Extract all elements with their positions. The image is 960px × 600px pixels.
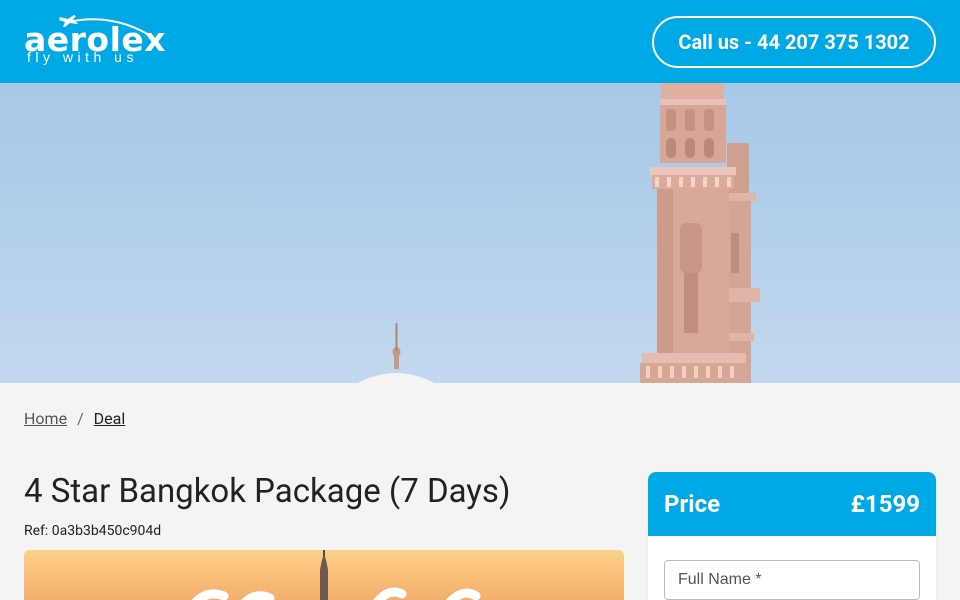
breadcrumb-home-link[interactable]: Home: [24, 409, 67, 428]
full-name-input[interactable]: [664, 560, 920, 600]
price-amount: £1599: [850, 490, 920, 518]
aerolex-logo[interactable]: aerolex fly with us: [24, 8, 166, 70]
site-header: aerolex fly with us Call us - 44 207 375…: [0, 0, 960, 83]
price-card-header: Price £1599: [648, 472, 936, 536]
price-card: Price £1599: [648, 472, 936, 600]
mosque-minaret-illustration: [358, 83, 760, 383]
call-us-button[interactable]: Call us - 44 207 375 1302: [652, 16, 936, 68]
deal-reference: Ref: 0a3b3b450c904d: [24, 523, 162, 539]
bangkok-temple-illustration: [191, 550, 481, 600]
hero-image: [0, 83, 960, 383]
logo-tagline: fly with us: [27, 49, 138, 65]
page-title: 4 Star Bangkok Package (7 Days): [24, 472, 511, 511]
breadcrumb-separator: /: [77, 409, 84, 428]
deal-image: [24, 550, 624, 600]
breadcrumb: Home / Deal: [24, 409, 125, 428]
price-label: Price: [664, 490, 721, 518]
breadcrumb-deal-link[interactable]: Deal: [94, 409, 126, 428]
